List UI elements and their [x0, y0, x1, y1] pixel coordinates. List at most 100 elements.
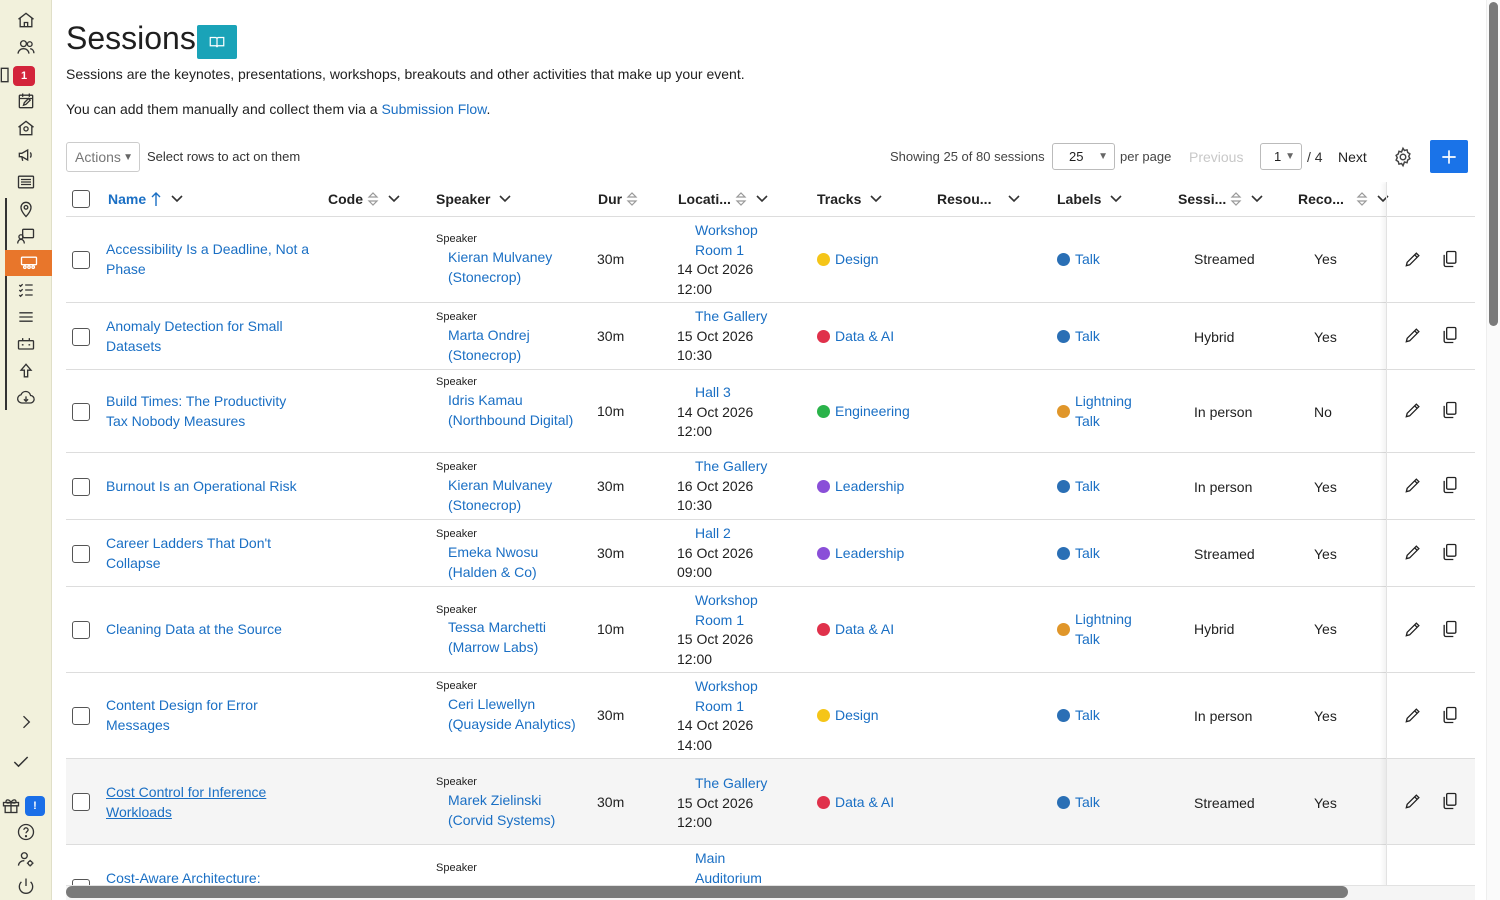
session-name-link[interactable]: Career Ladders That Don't Collapse — [106, 534, 311, 573]
edit-pencil-icon[interactable] — [1403, 619, 1423, 639]
session-name-link[interactable]: Cost Control for Inference Workloads — [106, 783, 311, 822]
column-speaker[interactable]: Speaker — [436, 191, 512, 207]
docs-button[interactable] — [197, 25, 237, 59]
edit-pencil-icon[interactable] — [1403, 475, 1423, 495]
label-tag[interactable]: Lightning Talk — [1057, 610, 1147, 649]
track-tag[interactable]: Engineering — [817, 402, 910, 422]
track-tag[interactable]: Leadership — [817, 544, 904, 564]
page-select[interactable]: 1 ▼ — [1260, 143, 1302, 170]
expand-sidebar-icon[interactable] — [0, 709, 52, 735]
table-row[interactable]: Build Times: The Productivity Tax Nobody… — [66, 370, 1475, 453]
track-tag[interactable]: Data & AI — [817, 620, 894, 640]
duplicate-icon[interactable] — [1440, 619, 1460, 639]
speaker-link[interactable]: Ceri Llewellyn (Quayside Analytics) — [448, 695, 578, 734]
calendar-edit-icon[interactable] — [0, 88, 52, 114]
duplicate-icon[interactable] — [1440, 475, 1460, 495]
column-labels[interactable]: Labels — [1057, 191, 1123, 207]
column-resources[interactable]: Resou... — [937, 191, 1021, 207]
location-pin-icon[interactable] — [0, 196, 52, 222]
session-name-link[interactable]: Accessibility Is a Deadline, Not a Phase — [106, 240, 311, 279]
list-icon[interactable] — [0, 169, 52, 195]
row-checkbox[interactable] — [72, 251, 90, 269]
presenter-icon[interactable] — [0, 223, 52, 249]
publish-icon[interactable] — [0, 358, 52, 384]
row-checkbox[interactable] — [72, 403, 90, 421]
column-code[interactable]: Code — [328, 191, 401, 207]
track-tag[interactable]: Data & AI — [817, 327, 894, 347]
table-row[interactable]: Cost-Aware Architecture: Speaker Main Au… — [66, 845, 1475, 887]
duplicate-icon[interactable] — [1440, 705, 1460, 725]
label-tag[interactable]: Talk — [1057, 706, 1157, 726]
label-tag[interactable]: Talk — [1057, 327, 1157, 347]
column-recorded[interactable]: Reco... — [1298, 191, 1390, 207]
edit-pencil-icon[interactable] — [1403, 542, 1423, 562]
ticket-icon[interactable] — [0, 331, 52, 357]
speaker-link[interactable]: Idris Kamau (Northbound Digital) — [448, 391, 578, 430]
label-tag[interactable]: Lightning Talk — [1057, 392, 1147, 431]
session-name-link[interactable]: Cleaning Data at the Source — [106, 620, 346, 640]
duplicate-icon[interactable] — [1440, 791, 1460, 811]
session-name-link[interactable]: Content Design for Error Messages — [106, 696, 311, 735]
column-location[interactable]: Locati... — [678, 191, 769, 207]
edit-pencil-icon[interactable] — [1403, 400, 1423, 420]
track-tag[interactable]: Design — [817, 250, 879, 270]
location-link[interactable]: Workshop Room 1 — [677, 221, 777, 260]
row-checkbox[interactable] — [72, 707, 90, 725]
table-row[interactable]: Cleaning Data at the Source Speaker Tess… — [66, 587, 1475, 673]
session-name-link[interactable]: Burnout Is an Operational Risk — [106, 477, 346, 497]
table-row[interactable]: Burnout Is an Operational Risk Speaker K… — [66, 453, 1475, 520]
speaker-link[interactable]: Tessa Marchetti (Marrow Labs) — [448, 618, 578, 657]
menu-lines-icon[interactable] — [0, 304, 52, 330]
label-tag[interactable]: Talk — [1057, 477, 1157, 497]
user-settings-icon[interactable] — [0, 846, 52, 872]
power-icon[interactable] — [0, 873, 52, 899]
duplicate-icon[interactable] — [1440, 400, 1460, 420]
location-link[interactable]: Hall 3 — [677, 383, 777, 403]
table-row[interactable]: Career Ladders That Don't Collapse Speak… — [66, 520, 1475, 587]
label-tag[interactable]: Talk — [1057, 793, 1157, 813]
table-row[interactable]: Cost Control for Inference Workloads Spe… — [66, 759, 1475, 845]
session-name-link[interactable]: Anomaly Detection for Small Datasets — [106, 317, 311, 356]
location-link[interactable]: The Gallery — [677, 457, 777, 477]
per-page-select[interactable]: 25 ▼ — [1052, 143, 1115, 170]
location-link[interactable]: The Gallery — [677, 307, 777, 327]
venue-icon[interactable] — [0, 115, 52, 141]
edit-pencil-icon[interactable] — [1403, 325, 1423, 345]
table-row[interactable]: Anomaly Detection for Small Datasets Spe… — [66, 303, 1475, 370]
checkmark-icon[interactable] — [0, 749, 52, 775]
sidebar-item-updates[interactable]: ! — [0, 792, 52, 818]
column-session-type[interactable]: Sessi... — [1178, 191, 1264, 207]
submission-flow-link[interactable]: Submission Flow — [381, 101, 486, 117]
gear-icon[interactable] — [1392, 146, 1414, 168]
row-checkbox[interactable] — [72, 793, 90, 811]
location-link[interactable]: Workshop Room 1 — [677, 591, 777, 630]
checklist-icon[interactable] — [0, 277, 52, 303]
cloud-download-icon[interactable] — [0, 385, 52, 411]
speaker-link[interactable]: Kieran Mulvaney (Stonecrop) — [448, 248, 578, 287]
column-duration[interactable]: Dur — [598, 191, 638, 207]
label-tag[interactable]: Talk — [1057, 250, 1157, 270]
sidebar-item-sessions[interactable] — [5, 250, 52, 276]
column-tracks[interactable]: Tracks — [817, 191, 883, 207]
track-tag[interactable]: Leadership — [817, 477, 904, 497]
session-name-link[interactable]: Build Times: The Productivity Tax Nobody… — [106, 392, 311, 431]
horizontal-scrollbar-thumb[interactable] — [66, 886, 1348, 898]
speaker-link[interactable]: Marta Ondrej (Stonecrop) — [448, 326, 578, 365]
megaphone-icon[interactable] — [0, 142, 52, 168]
label-tag[interactable]: Talk — [1057, 544, 1157, 564]
edit-pencil-icon[interactable] — [1403, 791, 1423, 811]
track-tag[interactable]: Design — [817, 706, 879, 726]
add-session-button[interactable] — [1430, 140, 1468, 173]
duplicate-icon[interactable] — [1440, 325, 1460, 345]
location-link[interactable]: Main Auditorium — [677, 849, 777, 887]
actions-dropdown[interactable]: Actions ▼ — [66, 142, 140, 172]
duplicate-icon[interactable] — [1440, 249, 1460, 269]
location-link[interactable]: Hall 2 — [677, 524, 777, 544]
speaker-link[interactable]: Marek Zielinski (Corvid Systems) — [448, 791, 578, 830]
row-checkbox[interactable] — [72, 621, 90, 639]
people-icon[interactable] — [0, 34, 52, 60]
duplicate-icon[interactable] — [1440, 542, 1460, 562]
column-name[interactable]: Name — [108, 191, 184, 207]
speaker-link[interactable]: Kieran Mulvaney (Stonecrop) — [448, 476, 578, 515]
row-checkbox[interactable] — [72, 328, 90, 346]
